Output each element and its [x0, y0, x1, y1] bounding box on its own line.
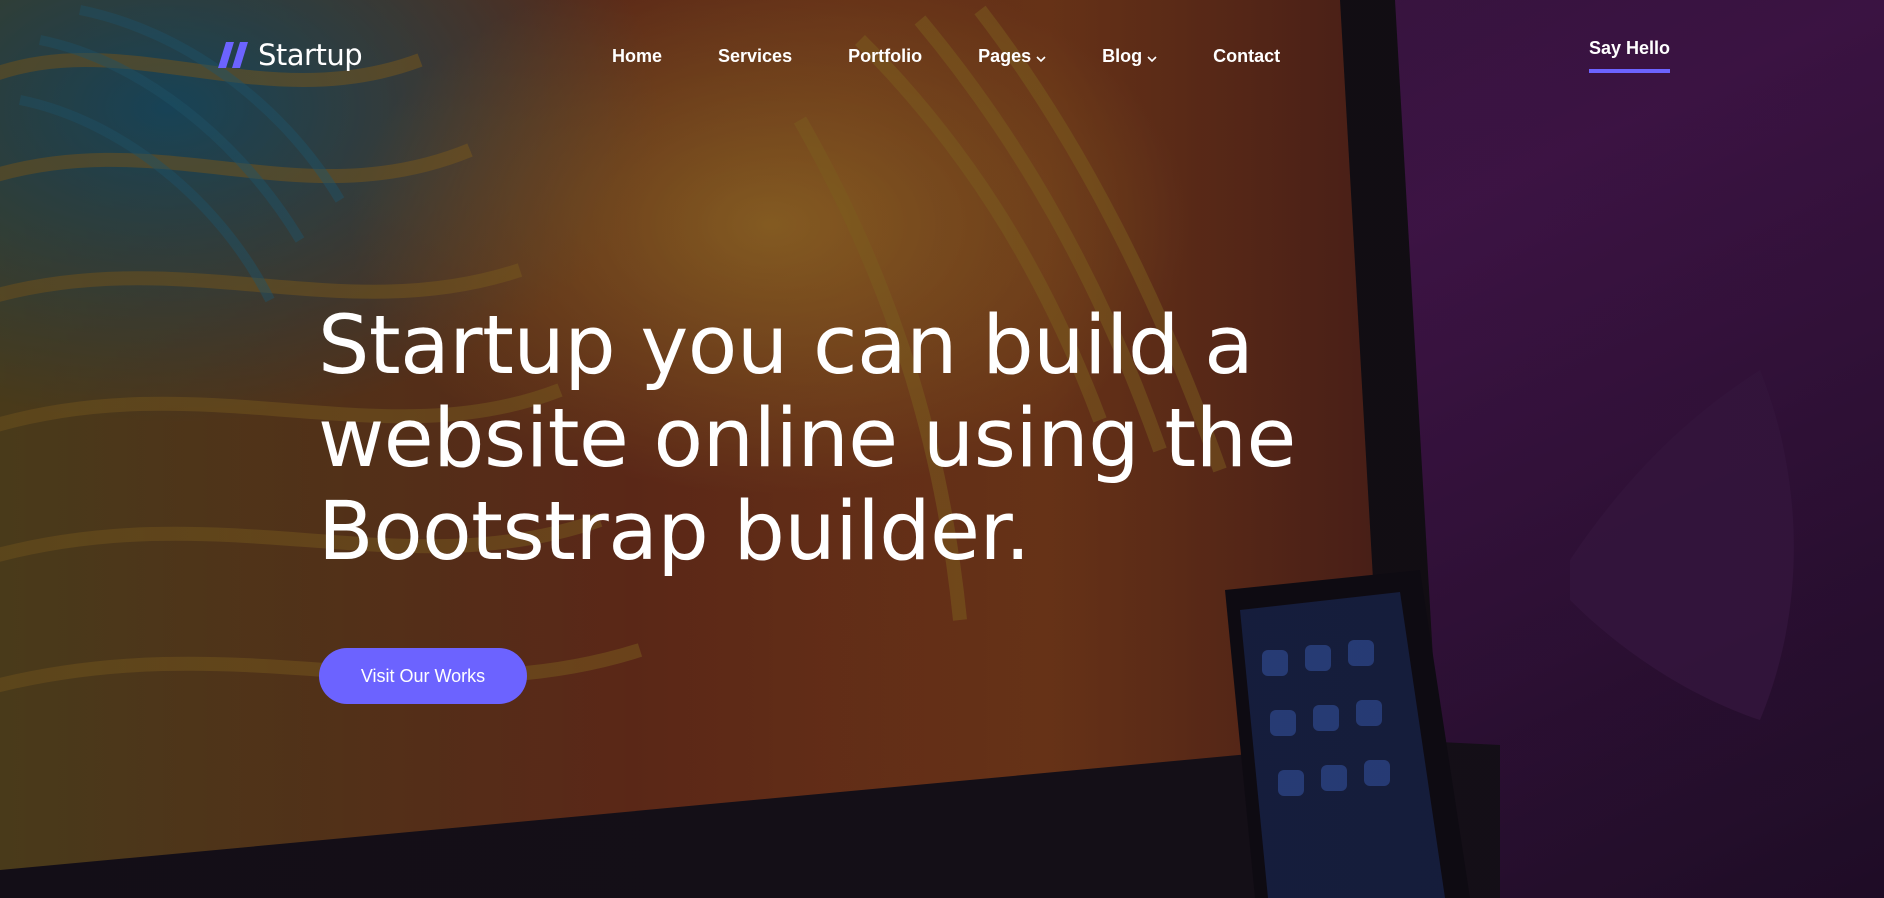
say-hello-link[interactable]: Say Hello [1589, 38, 1671, 73]
nav-item-label: Services [718, 46, 793, 66]
nav-item-contact[interactable]: Contact [1213, 46, 1280, 67]
nav-item-portfolio[interactable]: Portfolio [848, 46, 922, 67]
hero-headline-line: Bootstrap builder. [318, 485, 1031, 579]
hero-headline-line: website online using the [318, 392, 1296, 486]
chevron-down-icon [1147, 47, 1157, 68]
brand-name: Startup [258, 38, 363, 72]
nav-item-label: Blog [1102, 46, 1143, 66]
hero-section: Startup Home Services Portfolio Pages Bl… [0, 0, 1884, 898]
visit-our-works-button[interactable]: Visit Our Works [319, 648, 527, 704]
nav-item-label: Home [612, 46, 663, 66]
nav-item-label: Portfolio [848, 46, 923, 66]
hero-headline-line: Startup you can build a [318, 299, 1254, 393]
nav-item-blog[interactable]: Blog [1102, 45, 1157, 68]
main-navigation: Home Services Portfolio Pages Blog Conta… [612, 45, 1280, 68]
nav-item-services[interactable]: Services [718, 46, 792, 67]
nav-item-pages[interactable]: Pages [978, 45, 1046, 68]
chevron-down-icon [1036, 47, 1046, 68]
site-header: Startup Home Services Portfolio Pages Bl… [0, 0, 1884, 114]
double-slash-logo-icon [218, 40, 252, 70]
brand-logo[interactable]: Startup [218, 38, 363, 72]
nav-item-label: Contact [1213, 46, 1281, 66]
nav-item-label: Pages [978, 46, 1032, 66]
nav-item-home[interactable]: Home [612, 46, 662, 67]
hero-headline: Startup you can build a website online u… [318, 300, 1318, 579]
